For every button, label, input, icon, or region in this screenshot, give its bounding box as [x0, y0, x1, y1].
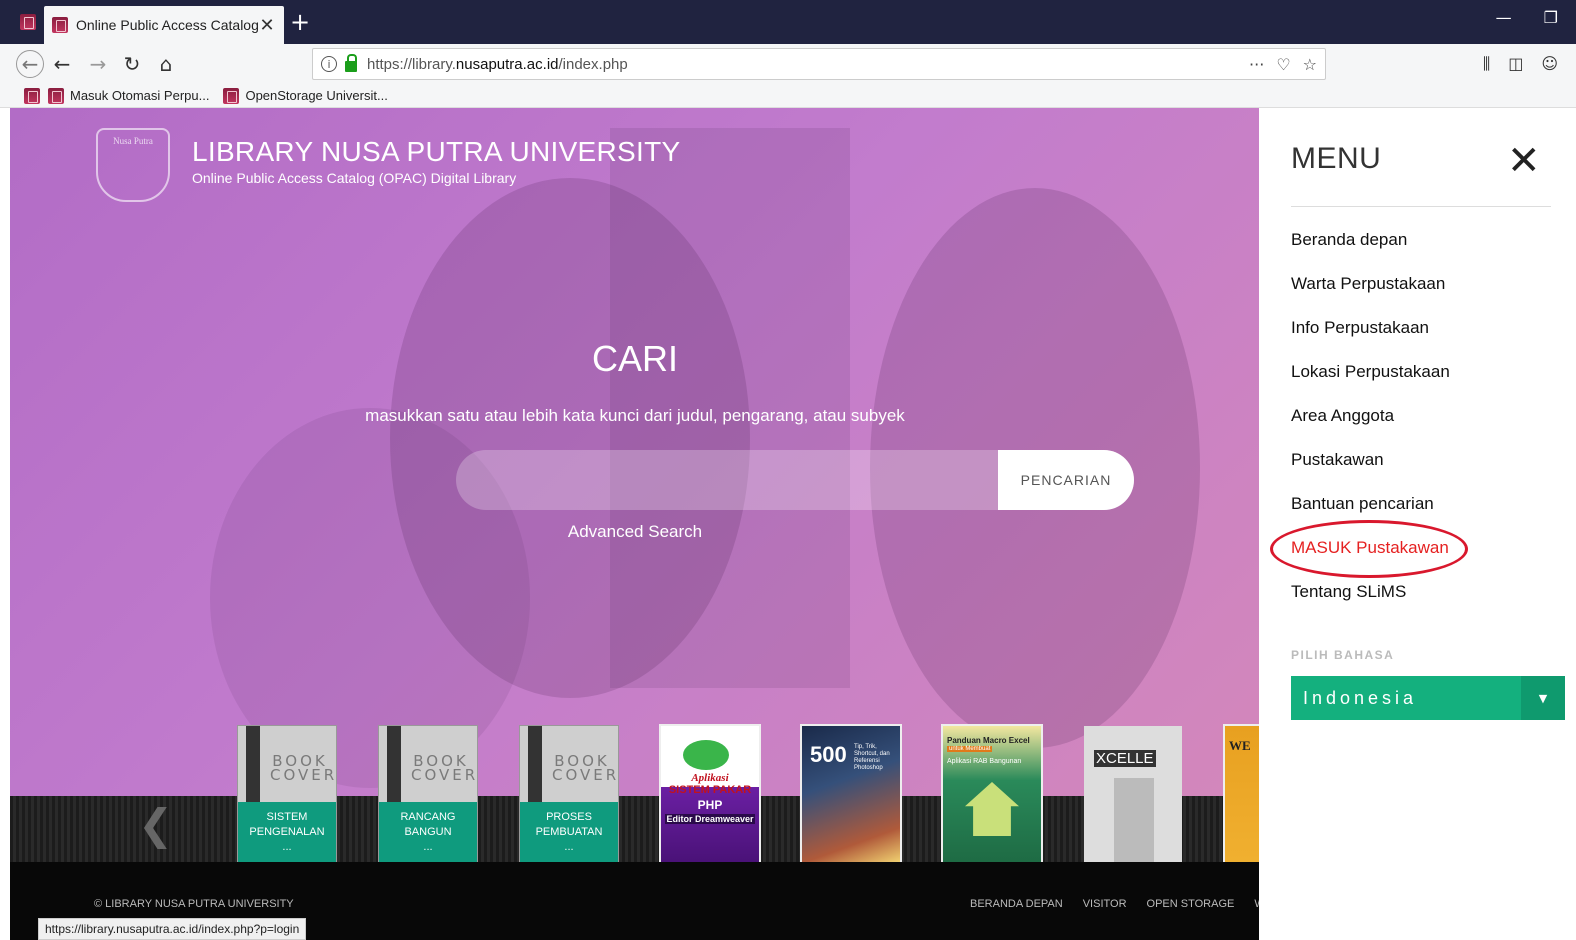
account-icon[interactable]: ☺ [1541, 54, 1558, 74]
url-actions: ··· ♡ ☆ [1249, 55, 1317, 74]
menu-divider [1291, 206, 1551, 207]
search-title: CARI [591, 338, 678, 379]
menu-item-pustakawan[interactable]: Pustakawan [1291, 450, 1384, 470]
info-icon[interactable]: i [321, 56, 337, 72]
more-icon[interactable]: ··· [1249, 55, 1264, 74]
book-title: SISTEM PENGENALAN ... [238, 802, 336, 862]
page-hero: Nusa Putra LIBRARY NUSA PUTRA UNIVERSITY… [10, 108, 1260, 940]
language-select[interactable]: Indonesia ▼ [1291, 676, 1565, 720]
browser-tab[interactable]: Online Public Access Catalog ( ✕ [44, 6, 284, 44]
toolbar-right: ⫼ ◫ ☺ [1483, 54, 1558, 74]
browser-titlebar: Online Public Access Catalog ( ✕ + — ❐ [0, 0, 1576, 44]
book-item[interactable]: 500 Tip, Trik, Shortcut, dan Referensi P… [802, 726, 900, 862]
book-cover-image: Panduan Macro Excel untuk Membuat Aplika… [943, 726, 1041, 862]
menu-item-area-anggota[interactable]: Area Anggota [1291, 406, 1394, 426]
site-subtitle: Online Public Access Catalog (OPAC) Digi… [192, 170, 517, 186]
search-button[interactable]: PENCARIAN [998, 450, 1134, 510]
book-cover-placeholder: BOOK COVER RANCANG BANGUN ... [379, 726, 477, 862]
book-cover-image: Aplikasi SISTEM PAKAR PHP Editor Dreamwe… [661, 726, 759, 862]
lock-icon [345, 53, 357, 72]
bookmark-favicon-icon [48, 87, 64, 104]
back-icon[interactable]: ← [16, 50, 44, 78]
menu-item-tentang-slims[interactable]: Tentang SLiMS [1291, 582, 1406, 602]
status-url: https://library.nusaputra.ac.id/index.ph… [38, 918, 307, 940]
menu-item-info-perpustakaan[interactable]: Info Perpustakaan [1291, 318, 1429, 338]
language-label: PILIH BAHASA [1291, 648, 1395, 662]
book-item[interactable]: XCELLE [1084, 726, 1182, 862]
search-input[interactable] [456, 450, 998, 510]
book-cover-image: 500 Tip, Trik, Shortcut, dan Referensi P… [802, 726, 900, 862]
back-arrow-icon[interactable]: ← [48, 50, 76, 78]
book-item[interactable]: Aplikasi SISTEM PAKAR PHP Editor Dreamwe… [661, 726, 759, 862]
book-carousel [10, 796, 1260, 862]
url-bar[interactable]: i https://library. nusaputra.ac.id/index.… [312, 48, 1326, 80]
forward-icon[interactable]: → [84, 50, 112, 78]
footer-link[interactable]: OPEN STORAGE [1147, 898, 1235, 910]
book-title: PROSES PEMBUATAN ... [520, 802, 618, 862]
bookmark-favicon-icon [223, 87, 240, 104]
site-title[interactable]: LIBRARY NUSA PUTRA UNIVERSITY [192, 136, 680, 168]
book-item[interactable]: WE [1225, 726, 1260, 862]
bookmarks-bar: Masuk Otomasi Perpu... OpenStorage Unive… [0, 84, 1576, 108]
window-controls: — ❐ [1496, 8, 1558, 27]
menu-title: MENU [1291, 142, 1382, 175]
book-item[interactable]: Panduan Macro Excel untuk Membuat Aplika… [943, 726, 1041, 862]
footer-link[interactable]: VISITOR [1083, 898, 1127, 910]
restore-icon[interactable]: ❐ [1544, 8, 1558, 27]
url-domain: nusaputra.ac.id [455, 55, 559, 73]
tab-close-icon[interactable]: ✕ [258, 15, 276, 36]
menu-item-lokasi-perpustakaan[interactable]: Lokasi Perpustakaan [1291, 362, 1450, 382]
url-prefix: https://library. [367, 55, 456, 73]
library-logo[interactable]: Nusa Putra [96, 128, 170, 202]
book-item[interactable]: BOOK COVER PROSES PEMBUATAN ... [520, 726, 618, 862]
reload-icon[interactable]: ↻ [118, 50, 146, 78]
site-favicon-icon [20, 14, 36, 30]
annotation-circle [1270, 520, 1468, 578]
book-cover-image: XCELLE [1084, 726, 1182, 862]
book-item[interactable]: BOOK COVER RANCANG BANGUN ... [379, 726, 477, 862]
menu-item-warta-perpustakaan[interactable]: Warta Perpustakaan [1291, 274, 1445, 294]
advanced-search-link[interactable]: Advanced Search [10, 522, 1260, 542]
bookmark-star-icon[interactable]: ☆ [1303, 55, 1317, 74]
bookmark-favicon-icon [24, 87, 40, 104]
tab-favicon-icon [52, 17, 68, 33]
browser-navbar: ← ← → ↻ ⌂ i https://library. nusaputra.ac… [0, 44, 1576, 84]
house-icon [965, 782, 1019, 836]
language-value: Indonesia [1303, 687, 1418, 708]
search-box: PENCARIAN [456, 450, 1134, 510]
menu-item-bantuan-pencarian[interactable]: Bantuan pencarian [1291, 494, 1434, 514]
tab-title: Online Public Access Catalog ( [76, 17, 258, 33]
menu-close-icon[interactable]: ✕ [1507, 138, 1541, 184]
search-hint: masukkan satu atau lebih kata kunci dari… [365, 406, 905, 425]
book-cover-image: WE [1225, 726, 1260, 862]
bookmark-item[interactable]: Masuk Otomasi Perpu... [48, 87, 209, 104]
chevron-down-icon[interactable]: ▼ [1521, 676, 1565, 720]
copyright: © LIBRARY NUSA PUTRA UNIVERSITY [94, 898, 294, 910]
book-title: RANCANG BANGUN ... [379, 802, 477, 862]
url-suffix: /index.php [558, 55, 628, 73]
minimize-icon[interactable]: — [1496, 8, 1512, 27]
footer-link[interactable]: BERANDA DEPAN [970, 898, 1063, 910]
bookmark-item[interactable]: OpenStorage Universit... [223, 87, 388, 104]
library-icon[interactable]: ⫼ [1483, 54, 1490, 74]
footer-links: BERANDA DEPAN VISITOR OPEN STORAGE W [970, 898, 1260, 910]
home-icon[interactable]: ⌂ [152, 50, 180, 78]
sidebar-icon[interactable]: ◫ [1508, 54, 1523, 74]
new-tab-button[interactable]: + [290, 8, 310, 36]
book-cover-placeholder: BOOK COVER PROSES PEMBUATAN ... [520, 726, 618, 862]
menu-item-beranda-depan[interactable]: Beranda depan [1291, 230, 1407, 250]
book-item[interactable]: BOOK COVER SISTEM PENGENALAN ... [238, 726, 336, 862]
carousel-prev-icon[interactable]: ❮ [138, 800, 173, 849]
book-cover-placeholder: BOOK COVER SISTEM PENGENALAN ... [238, 726, 336, 862]
pocket-icon[interactable]: ♡ [1276, 55, 1290, 74]
